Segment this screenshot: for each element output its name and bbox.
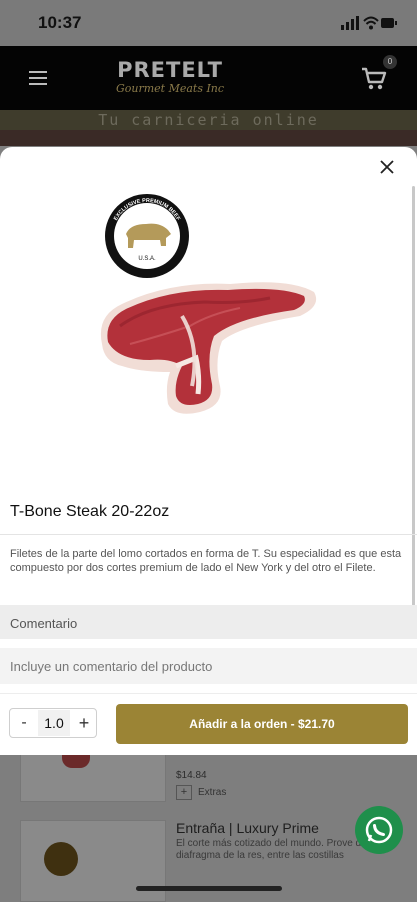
logo-title: PRETELT [117,58,223,82]
add-to-order-button[interactable]: Añadir a la orden - $21.70 [116,704,408,744]
wifi-icon [363,16,379,30]
product-title: Entraña | Luxury Prime [176,820,319,836]
signal-icon [341,16,359,30]
whatsapp-icon[interactable] [355,806,403,854]
close-icon[interactable] [378,158,396,176]
status-time: 10:37 [38,13,82,32]
product-card[interactable] [20,752,166,802]
comment-label: Comentario [10,616,78,631]
logo[interactable]: PRETELT Gourmet Meats Inc [110,58,230,100]
extras-label: Extras [198,787,227,798]
comment-input[interactable] [0,648,417,684]
product-title: T-Bone Steak 20-22oz [10,503,170,520]
divider [0,693,417,694]
logo-subtitle: Gourmet Meats Inc [115,82,225,95]
product-price: $14.84 [176,770,207,781]
hero-strip [0,130,417,146]
steak-photo [100,282,317,414]
battery-icon [381,18,397,28]
divider [0,534,417,535]
status-icons [341,14,397,32]
product-thumbnail [44,842,78,876]
extras-add-button[interactable]: + [176,785,192,800]
quantity-value[interactable]: 1.0 [38,710,70,736]
menu-icon[interactable] [29,71,47,85]
tagline: Tu carniceria online [98,111,319,129]
premium-beef-badge: U.S.A. EXCLUSIVE PREMIUM BEEF SINCE 1957 [105,194,189,278]
home-indicator [136,886,282,891]
product-image: U.S.A. EXCLUSIVE PREMIUM BEEF SINCE 1957 [0,186,417,486]
badge-middle-text: U.S.A. [138,256,156,262]
cart-badge: 0 [383,55,397,69]
quantity-decrease-button[interactable]: - [17,713,31,733]
product-description: Filetes de la parte del lomo cortados en… [10,548,402,574]
cart-icon[interactable] [360,66,388,92]
quantity-increase-button[interactable]: + [75,712,93,734]
